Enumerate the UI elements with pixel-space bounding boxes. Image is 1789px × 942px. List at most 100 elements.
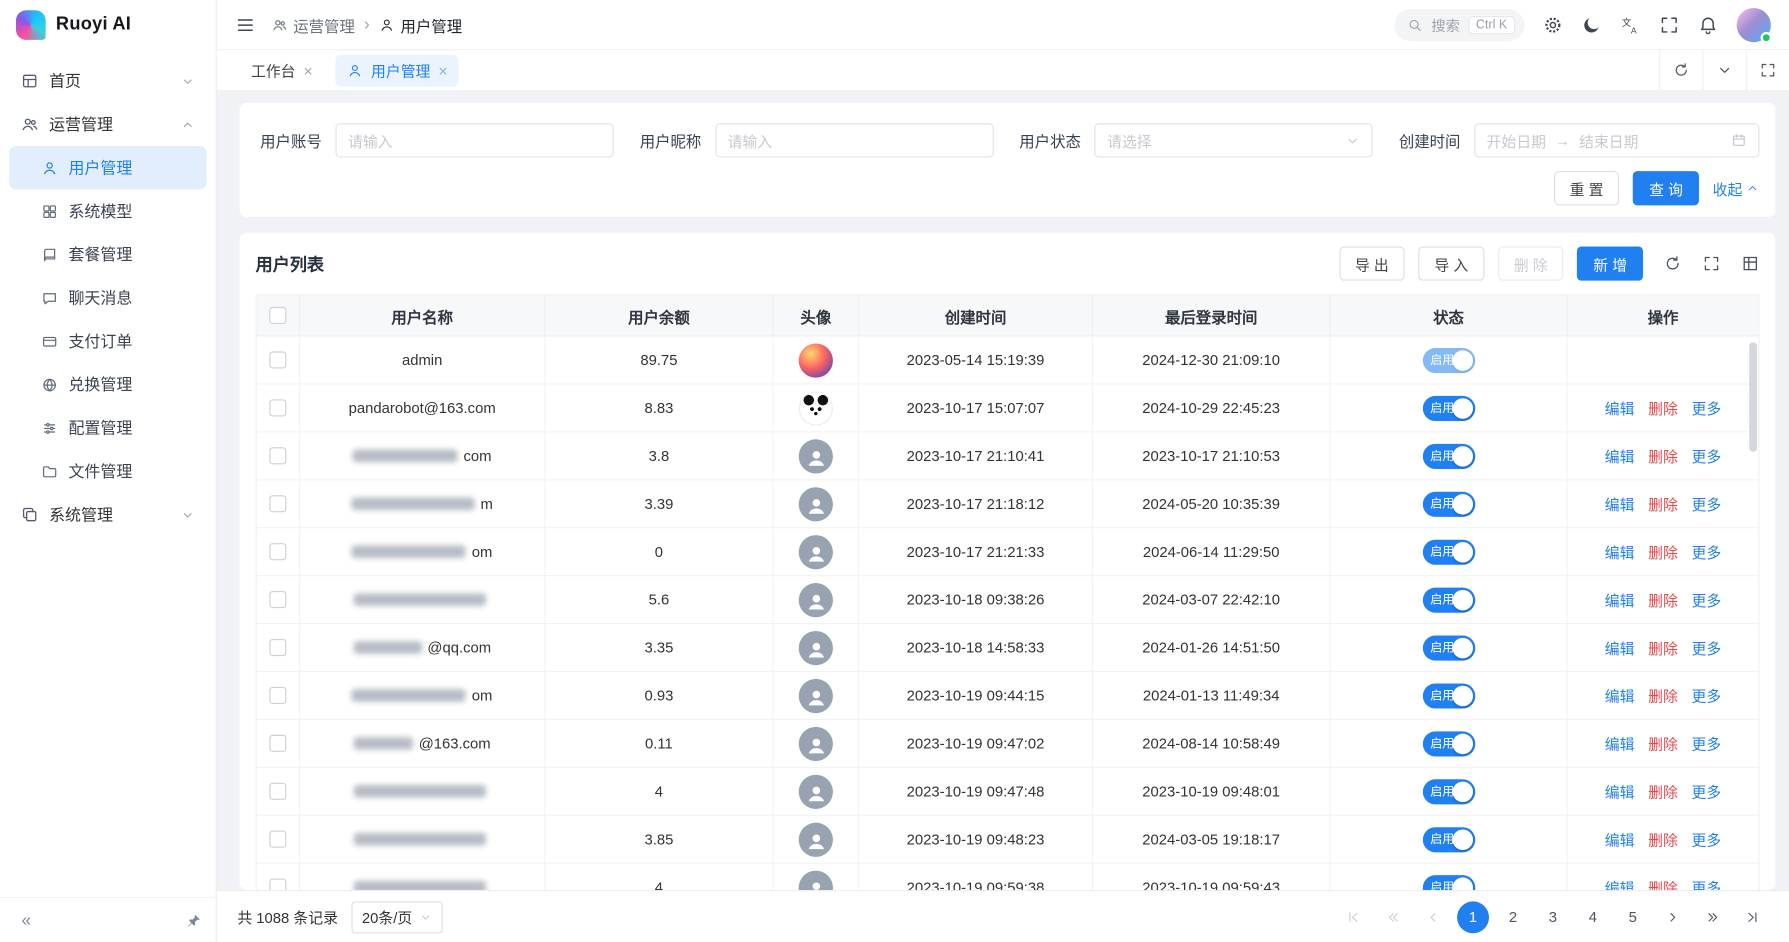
more-link[interactable]: 更多 xyxy=(1692,589,1722,611)
collapse-sidebar-button[interactable]: « xyxy=(14,908,39,933)
sidebar-item-system[interactable]: 系统管理 xyxy=(9,493,206,536)
sidebar-subitem[interactable]: 兑换管理 xyxy=(9,363,206,406)
page-number-button[interactable]: 1 xyxy=(1457,901,1489,933)
edit-link[interactable]: 编辑 xyxy=(1605,733,1635,755)
status-toggle[interactable]: 启用 xyxy=(1422,635,1474,660)
prev-page-button[interactable] xyxy=(1417,901,1449,933)
refresh-tab-button[interactable] xyxy=(1659,50,1702,91)
row-checkbox[interactable] xyxy=(269,543,286,560)
delete-link[interactable]: 删除 xyxy=(1648,397,1678,419)
delete-link[interactable]: 删除 xyxy=(1648,493,1678,515)
notifications-icon[interactable] xyxy=(1698,14,1719,35)
sidebar-item-operations[interactable]: 运营管理 xyxy=(9,103,206,146)
first-page-button[interactable] xyxy=(1337,901,1369,933)
account-input[interactable]: 请输入 xyxy=(335,123,613,157)
expand-content-button[interactable] xyxy=(1746,50,1789,91)
status-toggle[interactable]: 启用 xyxy=(1422,683,1474,708)
edit-link[interactable]: 编辑 xyxy=(1605,541,1635,563)
delete-button[interactable]: 删 除 xyxy=(1498,246,1564,280)
page-number-button[interactable]: 5 xyxy=(1617,901,1649,933)
expand-table-icon[interactable] xyxy=(1702,254,1720,272)
more-link[interactable]: 更多 xyxy=(1692,733,1722,755)
page-number-button[interactable]: 2 xyxy=(1497,901,1529,933)
delete-link[interactable]: 删除 xyxy=(1648,589,1678,611)
sidebar-subitem[interactable]: 文件管理 xyxy=(9,450,206,493)
row-checkbox[interactable] xyxy=(269,447,286,464)
sidebar-subitem[interactable]: 配置管理 xyxy=(9,406,206,449)
nickname-input[interactable]: 请输入 xyxy=(715,123,993,157)
sidebar-subitem[interactable]: 支付订单 xyxy=(9,319,206,362)
collapse-filters-link[interactable]: 收起 xyxy=(1713,177,1760,199)
add-button[interactable]: 新 增 xyxy=(1577,246,1643,280)
delete-link[interactable]: 删除 xyxy=(1648,685,1678,707)
sidebar-item-home[interactable]: 首页 xyxy=(9,59,206,102)
edit-link[interactable]: 编辑 xyxy=(1605,828,1635,850)
search-button[interactable]: 查 询 xyxy=(1633,171,1699,205)
edit-link[interactable]: 编辑 xyxy=(1605,397,1635,419)
fullscreen-icon[interactable] xyxy=(1659,14,1680,35)
status-toggle[interactable]: 启用 xyxy=(1422,587,1474,612)
select-all-checkbox[interactable] xyxy=(269,307,286,324)
user-avatar[interactable] xyxy=(1737,7,1771,41)
close-icon[interactable]: × xyxy=(438,62,447,78)
breadcrumb-item-operations[interactable]: 运营管理 xyxy=(272,13,355,36)
pin-icon[interactable] xyxy=(186,912,202,928)
reset-button[interactable]: 重 置 xyxy=(1554,171,1620,205)
next-pages-button[interactable] xyxy=(1697,901,1729,933)
scrollbar-thumb[interactable] xyxy=(1749,342,1757,452)
row-checkbox[interactable] xyxy=(269,399,286,416)
status-toggle[interactable]: 启用 xyxy=(1422,827,1474,852)
delete-link[interactable]: 删除 xyxy=(1648,541,1678,563)
status-toggle[interactable]: 启用 xyxy=(1422,875,1474,890)
status-toggle[interactable]: 启用 xyxy=(1422,779,1474,804)
row-checkbox[interactable] xyxy=(269,831,286,848)
page-size-select[interactable]: 20条/页 xyxy=(352,901,443,933)
edit-link[interactable]: 编辑 xyxy=(1605,685,1635,707)
sidebar-subitem[interactable]: 套餐管理 xyxy=(9,233,206,276)
more-link[interactable]: 更多 xyxy=(1692,685,1722,707)
language-icon[interactable]: 文A xyxy=(1620,14,1641,35)
delete-link[interactable]: 删除 xyxy=(1648,780,1678,802)
next-page-button[interactable] xyxy=(1657,901,1689,933)
tab-workbench[interactable]: 工作台 × xyxy=(240,54,325,86)
hamburger-menu-icon[interactable] xyxy=(235,14,256,35)
edit-link[interactable]: 编辑 xyxy=(1605,493,1635,515)
settings-icon[interactable] xyxy=(1543,14,1564,35)
row-checkbox[interactable] xyxy=(269,783,286,800)
import-button[interactable]: 导 入 xyxy=(1418,246,1484,280)
status-toggle[interactable]: 启用 xyxy=(1422,731,1474,756)
delete-link[interactable]: 删除 xyxy=(1648,445,1678,467)
delete-link[interactable]: 删除 xyxy=(1648,828,1678,850)
more-link[interactable]: 更多 xyxy=(1692,541,1722,563)
sidebar-subitem[interactable]: 系统模型 xyxy=(9,189,206,232)
status-toggle[interactable]: 启用 xyxy=(1422,491,1474,516)
tab-options-button[interactable] xyxy=(1702,50,1745,91)
status-toggle[interactable]: 启用 xyxy=(1422,395,1474,420)
close-icon[interactable]: × xyxy=(304,62,313,78)
page-number-button[interactable]: 4 xyxy=(1577,901,1609,933)
edit-link[interactable]: 编辑 xyxy=(1605,589,1635,611)
prev-pages-button[interactable] xyxy=(1377,901,1409,933)
status-toggle[interactable]: 启用 xyxy=(1422,347,1474,372)
page-number-button[interactable]: 3 xyxy=(1537,901,1569,933)
global-search[interactable]: 搜索 Ctrl K xyxy=(1395,9,1525,41)
more-link[interactable]: 更多 xyxy=(1692,493,1722,515)
dark-mode-icon[interactable] xyxy=(1581,14,1602,35)
row-checkbox[interactable] xyxy=(269,591,286,608)
edit-link[interactable]: 编辑 xyxy=(1605,637,1635,659)
edit-link[interactable]: 编辑 xyxy=(1605,876,1635,890)
row-checkbox[interactable] xyxy=(269,687,286,704)
more-link[interactable]: 更多 xyxy=(1692,397,1722,419)
delete-link[interactable]: 删除 xyxy=(1648,637,1678,659)
tab-user-management[interactable]: 用户管理 × xyxy=(336,54,459,86)
edit-link[interactable]: 编辑 xyxy=(1605,445,1635,467)
status-toggle[interactable]: 启用 xyxy=(1422,443,1474,468)
status-toggle[interactable]: 启用 xyxy=(1422,539,1474,564)
delete-link[interactable]: 删除 xyxy=(1648,733,1678,755)
row-checkbox[interactable] xyxy=(269,351,286,368)
row-checkbox[interactable] xyxy=(269,879,286,890)
row-checkbox[interactable] xyxy=(269,735,286,752)
refresh-icon[interactable] xyxy=(1664,254,1682,272)
export-button[interactable]: 导 出 xyxy=(1339,246,1405,280)
more-link[interactable]: 更多 xyxy=(1692,780,1722,802)
